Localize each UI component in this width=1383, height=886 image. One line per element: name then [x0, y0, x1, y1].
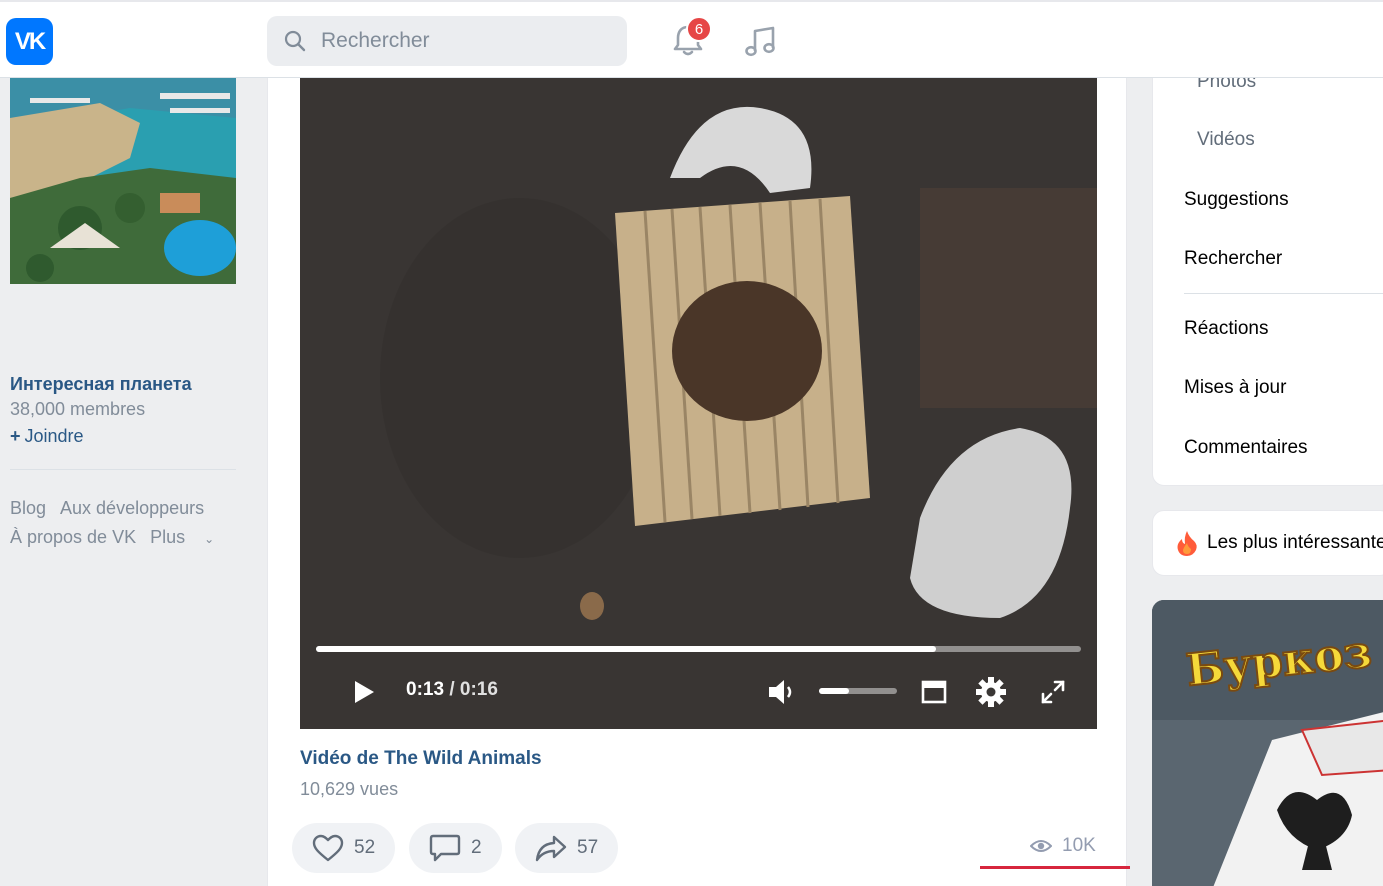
left-column: Интересная планета 38,000 membres + Joind…	[0, 78, 266, 886]
share-button[interactable]: 57	[515, 823, 619, 873]
trending-button[interactable]: Les plus intéressantes	[1152, 510, 1383, 576]
footer-link-more-label: Plus	[150, 527, 186, 547]
play-icon[interactable]	[352, 679, 376, 705]
menu-item-suggestions[interactable]: Suggestions	[1184, 189, 1289, 211]
promo-card[interactable]: Буркоз	[1152, 600, 1383, 886]
time-separator: /	[449, 679, 455, 700]
trending-label: Les plus intéressantes	[1207, 532, 1383, 553]
eye-icon	[1030, 840, 1052, 852]
group-members: 38,000 membres	[10, 399, 146, 419]
footer-link-blog[interactable]: Blog	[10, 498, 46, 518]
post-card: 0:13 / 0:16 Vidéo de The Wild Animals 10…	[267, 78, 1130, 886]
footer-link-about[interactable]: À propos de VK	[10, 527, 136, 547]
like-button[interactable]: 52	[292, 823, 396, 873]
views-short: 10K	[1062, 835, 1096, 856]
group-cover-image[interactable]	[10, 78, 236, 284]
fire-icon	[1177, 531, 1197, 556]
menu-item-videos[interactable]: Vidéos	[1197, 129, 1255, 151]
footer-link-developers[interactable]: Aux développeurs	[60, 498, 204, 518]
fullscreen-icon[interactable]	[1040, 679, 1066, 705]
video-progress-bar[interactable]	[316, 646, 1081, 652]
video-frame	[300, 78, 1097, 729]
video-player[interactable]: 0:13 / 0:16	[300, 78, 1097, 729]
vk-logo[interactable]: VK	[6, 18, 53, 65]
views-counter: 10K	[1030, 835, 1096, 857]
volume-fill	[819, 688, 849, 694]
miniplayer-icon[interactable]	[921, 679, 947, 705]
group-name[interactable]: Интересная планета	[10, 374, 192, 395]
comment-button[interactable]: 2	[409, 823, 502, 873]
search-input[interactable]	[321, 29, 601, 53]
music-icon[interactable]	[742, 22, 780, 60]
menu-item-comments[interactable]: Commentaires	[1184, 437, 1308, 459]
menu-item-reactions[interactable]: Réactions	[1184, 318, 1269, 340]
red-underline-annotation	[980, 866, 1130, 869]
menu-divider	[1184, 293, 1383, 294]
divider	[10, 469, 236, 470]
share-icon	[535, 835, 567, 862]
chevron-down-icon: ⌄	[204, 532, 215, 546]
vk-logo-text: VK	[14, 27, 46, 55]
plus-icon: +	[10, 426, 21, 446]
join-label: Joindre	[24, 426, 84, 446]
search-box[interactable]	[267, 16, 627, 66]
volume-icon[interactable]	[767, 678, 797, 706]
like-count: 52	[354, 837, 376, 858]
duration: 0:16	[459, 679, 498, 700]
video-progress-fill	[316, 646, 936, 652]
video-time: 0:13 / 0:16	[406, 679, 498, 701]
video-title[interactable]: Vidéo de The Wild Animals	[300, 748, 542, 770]
settings-gear-icon[interactable]	[975, 676, 1007, 708]
join-group-button[interactable]: + Joindre	[10, 426, 84, 447]
menu-item-search[interactable]: Rechercher	[1184, 248, 1282, 270]
footer-link-more[interactable]: Plus ⌄	[150, 527, 228, 547]
heart-icon	[312, 834, 344, 862]
right-filter-menu: Photos Vidéos Suggestions Rechercher Réa…	[1152, 60, 1383, 486]
volume-slider[interactable]	[819, 688, 897, 694]
top-header: VK 6	[0, 0, 1383, 78]
search-icon	[284, 30, 306, 52]
footer-links: Blog Aux développeurs À propos de VK Plus …	[10, 494, 250, 554]
comment-icon	[429, 834, 461, 862]
menu-item-updates[interactable]: Mises à jour	[1184, 377, 1286, 399]
notification-badge: 6	[686, 16, 712, 42]
current-time: 0:13	[406, 679, 445, 700]
share-count: 57	[577, 837, 599, 858]
comment-count: 2	[471, 837, 482, 858]
video-views: 10,629 vues	[300, 779, 399, 799]
